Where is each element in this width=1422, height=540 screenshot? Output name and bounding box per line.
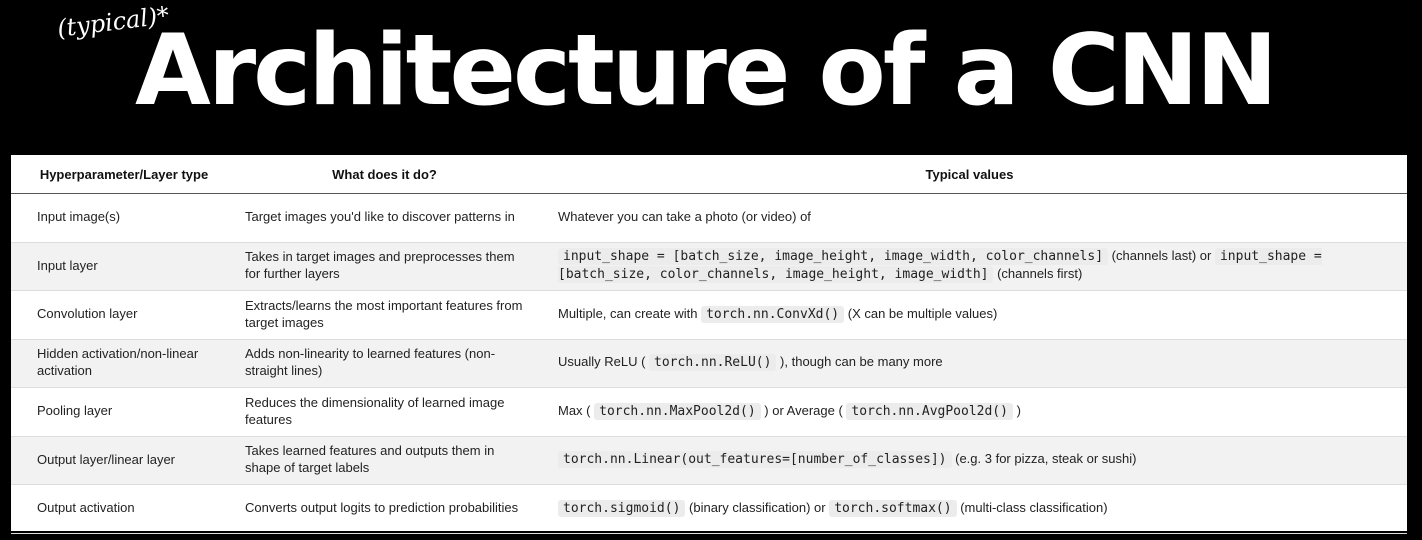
value-text: ), though can be many more: [776, 354, 943, 370]
value-text: (multi-class classification): [956, 499, 1108, 515]
code-snippet: torch.sigmoid(): [558, 499, 686, 517]
value-text: (X can be multiple values): [844, 305, 998, 321]
layer-type-cell: Input layer: [11, 242, 237, 291]
description-cell: Target images you'd like to discover pat…: [237, 193, 532, 243]
value-text: (channels first): [993, 266, 1083, 282]
table-row: Output activation Converts output logits …: [11, 484, 1407, 534]
value-text: Usually ReLU (: [558, 354, 650, 370]
layer-type-cell: Convolution layer: [11, 290, 237, 340]
value-text: Multiple, can create with: [558, 305, 702, 321]
typical-values-cell: torch.nn.Linear(out_features=[number_of_…: [532, 436, 1407, 485]
table-row: Hidden activation/non-linear activation A…: [11, 339, 1407, 388]
typical-values-cell: Usually ReLU ( torch.nn.ReLU() ), though…: [532, 339, 1407, 388]
code-snippet: torch.nn.AvgPool2d(): [846, 402, 1013, 420]
code-snippet: torch.nn.ConvXd(): [701, 305, 845, 323]
table-header-row: Hyperparameter/Layer type What does it d…: [11, 155, 1407, 194]
description-cell: Takes learned features and outputs them …: [237, 436, 532, 485]
typical-values-cell: Whatever you can take a photo (or video)…: [532, 193, 1407, 243]
value-text: (channels last) or: [1108, 248, 1215, 264]
layer-type-cell: Pooling layer: [11, 387, 237, 437]
slide-title: Architecture of a CNN: [135, 14, 1278, 128]
value-text: (binary classification) or: [685, 499, 830, 515]
typical-values-cell: torch.sigmoid() (binary classification) …: [532, 484, 1407, 534]
typical-values-cell: Max ( torch.nn.MaxPool2d() ) or Average …: [532, 387, 1407, 437]
header-what-it-does: What does it do?: [237, 155, 532, 194]
table-row: Output layer/linear layer Takes learned f…: [11, 436, 1407, 485]
code-snippet: torch.nn.Linear(out_features=[number_of_…: [558, 451, 952, 469]
layer-type-cell: Hidden activation/non-linear activation: [11, 339, 237, 388]
typical-values-cell: input_shape = [batch_size, image_height,…: [532, 242, 1407, 291]
table-row: Convolution layer Extracts/learns the mos…: [11, 290, 1407, 340]
layer-type-cell: Output layer/linear layer: [11, 436, 237, 485]
table-row: Pooling layer Reduces the dimensionality …: [11, 387, 1407, 437]
value-text: ) or Average (: [760, 402, 847, 418]
description-cell: Extracts/learns the most important featu…: [237, 290, 532, 340]
value-text: ): [1012, 402, 1021, 418]
description-cell: Converts output logits to prediction pro…: [237, 484, 532, 534]
description-cell: Reduces the dimensionality of learned im…: [237, 387, 532, 437]
layer-type-cell: Output activation: [11, 484, 237, 534]
cnn-architecture-table-panel: Hyperparameter/Layer type What does it d…: [11, 155, 1407, 534]
code-snippet: input_shape = [batch_size, image_height,…: [558, 248, 1109, 266]
code-snippet: torch.softmax(): [829, 499, 957, 517]
value-text: Max (: [558, 402, 595, 418]
value-text: Whatever you can take a photo (or video)…: [558, 209, 811, 225]
cnn-architecture-table: Hyperparameter/Layer type What does it d…: [11, 155, 1407, 534]
code-snippet: torch.nn.ReLU(): [649, 354, 777, 372]
header-typical-values: Typical values: [532, 155, 1407, 194]
table-row: Input layer Takes in target images and pr…: [11, 242, 1407, 291]
description-cell: Takes in target images and preprocesses …: [237, 242, 532, 291]
value-text: (e.g. 3 for pizza, steak or sushi): [951, 451, 1137, 467]
table-body: Input image(s) Target images you'd like t…: [11, 193, 1407, 534]
table-row: Input image(s) Target images you'd like t…: [11, 193, 1407, 243]
code-snippet: torch.nn.MaxPool2d(): [594, 402, 761, 420]
typical-values-cell: Multiple, can create with torch.nn.ConvX…: [532, 290, 1407, 340]
layer-type-cell: Input image(s): [11, 193, 237, 243]
description-cell: Adds non-linearity to learned features (…: [237, 339, 532, 388]
header-layer-type: Hyperparameter/Layer type: [11, 155, 237, 194]
